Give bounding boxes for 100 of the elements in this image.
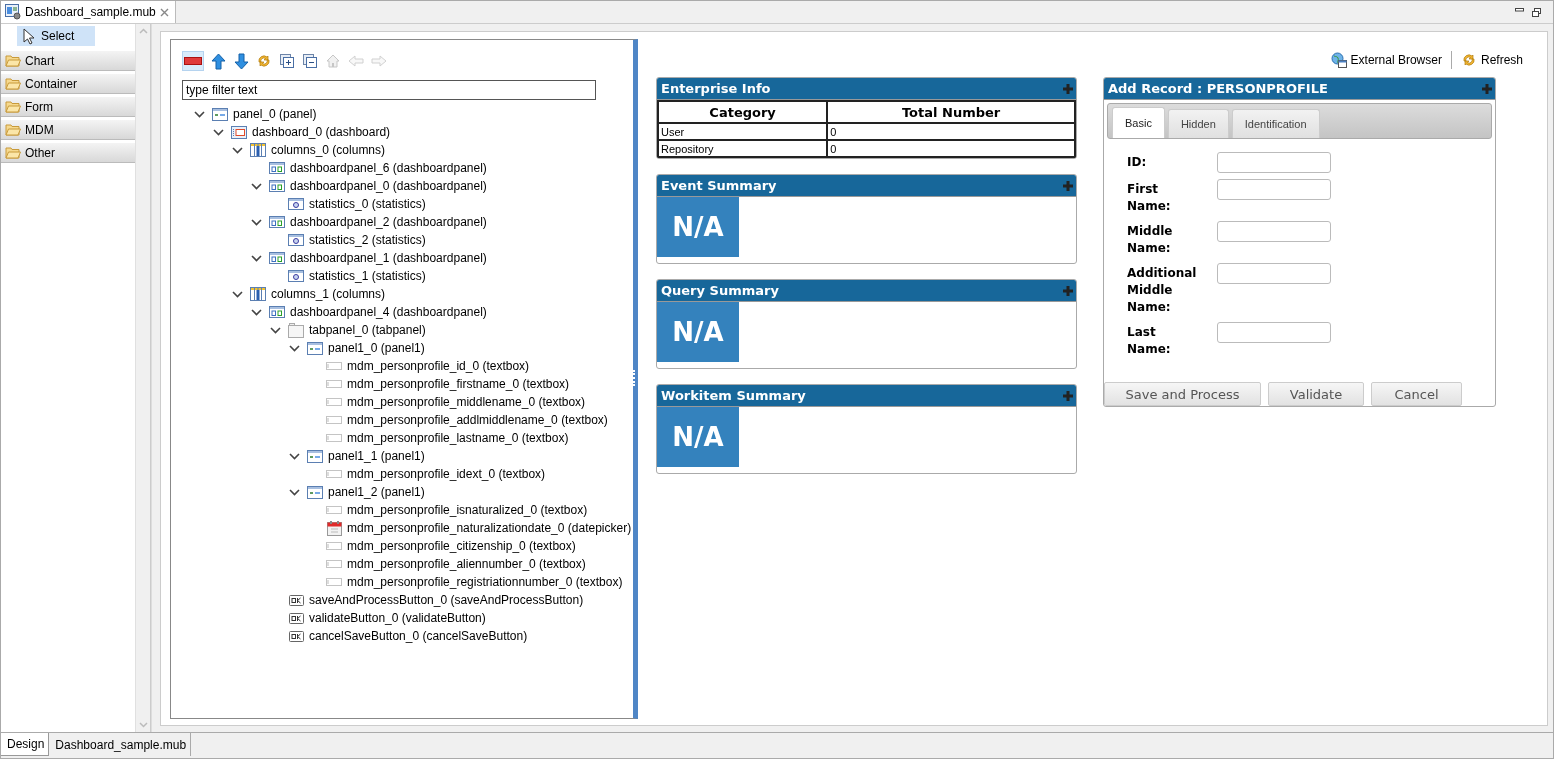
chevron-icon[interactable] (287, 344, 302, 352)
tree-item[interactable]: mdm_personprofile_citizenship_0 (textbox) (347, 539, 576, 553)
value-tile: N/A (657, 197, 739, 257)
refresh-link[interactable]: Refresh (1480, 53, 1523, 67)
tree-item[interactable]: validateButton_0 (validateButton) (309, 611, 486, 625)
button-icon (287, 612, 305, 624)
field-label: Additional Middle Name: (1127, 265, 1197, 316)
chevron-icon[interactable] (268, 326, 283, 334)
tab[interactable]: Hidden (1167, 109, 1229, 138)
value-tile: N/A (657, 407, 739, 467)
tree-item[interactable]: mdm_personprofile_firstname_0 (textbox) (347, 377, 570, 391)
input-field[interactable] (1217, 322, 1331, 343)
tree-item[interactable]: mdm_personprofile_addlmiddlename_0 (textbox) (347, 413, 608, 427)
tree-item[interactable]: panel1_2 (panel1) (328, 485, 425, 499)
tree-item[interactable]: mdm_personprofile_registriationnumber_0 (textbox) (347, 575, 623, 589)
tree-item[interactable]: cancelSaveButton_0 (cancelSaveButton) (309, 629, 528, 643)
tree-item[interactable]: panel_0 (panel) (233, 107, 317, 121)
palette-drawer[interactable]: Chart (25, 53, 55, 68)
plus-icon[interactable] (1063, 285, 1073, 296)
palette-drawer[interactable]: MDM (25, 122, 54, 137)
textbox-icon (325, 506, 343, 514)
tree-item[interactable]: dashboardpanel_2 (dashboardpanel) (290, 215, 487, 229)
tree-item[interactable]: statistics_1 (statistics) (309, 269, 426, 283)
tree-item[interactable]: tabpanel_0 (tabpanel) (309, 323, 426, 337)
button-icon (287, 594, 305, 606)
tree-item[interactable]: saveAndProcessButton_0 (saveAndProcessButton) (309, 593, 584, 607)
chevron-icon[interactable] (230, 146, 245, 154)
textbox-icon (325, 560, 343, 568)
table-cell: 0 (827, 123, 1075, 140)
chevron-icon[interactable] (287, 488, 302, 496)
tree-item[interactable]: mdm_personprofile_lastname_0 (textbox) (347, 431, 569, 445)
tree-item[interactable]: mdm_personprofile_isnaturalized_0 (textbox) (347, 503, 588, 517)
folder-icon (5, 54, 21, 67)
down-arrow-icon[interactable] (232, 51, 250, 71)
chevron-icon[interactable] (230, 290, 245, 298)
dashboard-icon (230, 125, 248, 139)
minus-box-icon[interactable] (301, 51, 319, 71)
tree-item[interactable]: dashboardpanel_1 (dashboardpanel) (290, 251, 487, 265)
input-field[interactable] (1217, 179, 1331, 200)
textbox-icon (325, 542, 343, 550)
tree-item[interactable]: dashboard_0 (dashboard) (252, 125, 391, 139)
globe-icon (1330, 52, 1347, 68)
tree-item[interactable]: panel1_1 (panel1) (328, 449, 425, 463)
textbox-icon (325, 380, 343, 388)
page-tab[interactable]: Design (1, 733, 50, 756)
plus-icon[interactable] (1063, 180, 1073, 191)
card-title: Event Summary (661, 178, 777, 193)
textbox-icon (325, 362, 343, 370)
value-tile: N/A (657, 302, 739, 362)
palette-drawer[interactable]: Form (25, 99, 53, 114)
field-label: First Name: (1127, 181, 1171, 215)
tree-item[interactable]: dashboardpanel_0 (dashboardpanel) (290, 179, 487, 193)
plus-icon[interactable] (1063, 390, 1073, 401)
close-icon[interactable] (159, 7, 169, 17)
palette-drawer[interactable]: Other (25, 145, 55, 160)
dashboard-panel-icon (268, 162, 286, 174)
tree-item[interactable]: mdm_personprofile_id_0 (textbox) (347, 359, 530, 373)
tree-item[interactable]: columns_0 (columns) (271, 143, 386, 157)
up-arrow-icon[interactable] (209, 51, 227, 71)
maximize-icon[interactable] (1532, 8, 1541, 17)
tree-item[interactable]: mdm_personprofile_middlename_0 (textbox) (347, 395, 586, 409)
tab[interactable]: Identification (1231, 109, 1320, 138)
chevron-icon[interactable] (249, 254, 264, 262)
card-title: Enterprise Info (661, 81, 771, 96)
input-field[interactable] (1217, 221, 1331, 242)
minus-icon[interactable] (182, 51, 204, 71)
tree-item[interactable]: panel1_0 (panel1) (328, 341, 425, 355)
browser-link[interactable]: External Browser (1350, 53, 1442, 67)
table-cell: Repository (658, 140, 828, 157)
chevron-icon[interactable] (249, 182, 264, 190)
tree-item[interactable]: mdm_personprofile_naturalizationdate_0 (datepicker) (347, 521, 632, 535)
chevron-icon[interactable] (211, 128, 226, 136)
chevron-icon[interactable] (287, 452, 302, 460)
form-button[interactable]: Cancel (1371, 382, 1462, 406)
tree-item[interactable]: dashboardpanel_4 (dashboardpanel) (290, 305, 487, 319)
form-button[interactable]: Validate (1268, 382, 1364, 406)
tree-item[interactable]: mdm_personprofile_idext_0 (textbox) (347, 467, 546, 481)
tree-item[interactable]: statistics_0 (statistics) (309, 197, 426, 211)
filter-field[interactable]: type filter text (182, 80, 596, 100)
select-tool[interactable]: Select (17, 26, 96, 46)
field-label: Middle Name: (1127, 223, 1173, 257)
tree-item[interactable]: columns_1 (columns) (271, 287, 386, 301)
input-field[interactable] (1217, 263, 1331, 284)
plus-icon[interactable] (1482, 83, 1492, 94)
plus-icon[interactable] (1063, 83, 1073, 94)
chevron-icon[interactable] (192, 110, 207, 118)
tree-item[interactable]: mdm_personprofile_aliennumber_0 (textbox) (347, 557, 586, 571)
page-tab[interactable]: Dashboard_sample.mub (49, 733, 192, 756)
card-title: Query Summary (661, 283, 779, 298)
form-button[interactable]: Save and Process (1104, 382, 1261, 406)
tab[interactable]: Basic (1112, 107, 1165, 138)
input-field[interactable] (1217, 152, 1331, 173)
tree-item[interactable]: dashboardpanel_6 (dashboardpanel) (290, 161, 487, 175)
dashboard-panel-icon (268, 306, 286, 318)
refresh-icon (1460, 52, 1477, 68)
chevron-icon[interactable] (249, 218, 264, 226)
plus-box-icon[interactable] (278, 51, 296, 71)
pointer-icon (23, 27, 35, 45)
chevron-icon[interactable] (249, 308, 264, 316)
tree-item[interactable]: statistics_2 (statistics) (309, 233, 426, 247)
